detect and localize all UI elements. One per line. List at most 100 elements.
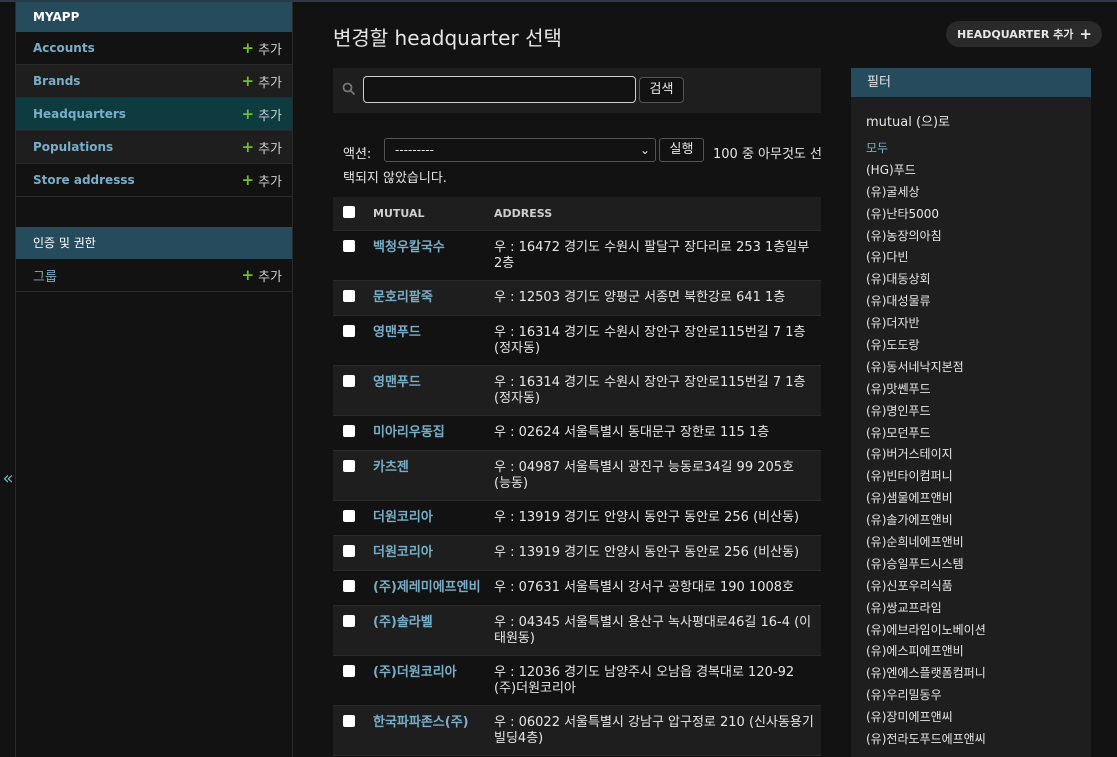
row-checkbox[interactable] xyxy=(343,289,355,302)
mutual-link[interactable]: (주)더원코리아 xyxy=(373,665,457,680)
row-checkbox-cell xyxy=(333,415,373,451)
add-label: 추가 xyxy=(258,269,282,285)
filter-item[interactable]: (유)순희네에프앤비 xyxy=(866,531,1091,553)
row-checkbox[interactable] xyxy=(343,459,355,472)
mutual-link[interactable]: 영맨푸드 xyxy=(373,325,421,340)
add-groups-link[interactable]: + 추가 xyxy=(242,266,283,285)
address-cell: 우 : 16314 경기도 수원시 장안구 장안로115번길 7 1층 (정자동… xyxy=(494,315,821,366)
row-checkbox[interactable] xyxy=(343,614,355,627)
add-populations-link[interactable]: + 추가 xyxy=(242,138,283,157)
plus-icon: + xyxy=(241,266,255,284)
sidebar-link-accounts[interactable]: Accounts xyxy=(33,41,95,55)
select-all-checkbox[interactable] xyxy=(343,205,355,218)
collapse-sidebar-icon[interactable]: « xyxy=(0,468,16,489)
add-headquarters-link[interactable]: + 추가 xyxy=(242,105,283,124)
row-checkbox[interactable] xyxy=(343,424,355,437)
filter-item[interactable]: (유)승일푸드시스템 xyxy=(866,553,1091,575)
table-header-row: MUTUAL ADDRESS xyxy=(333,197,821,231)
mutual-link[interactable]: 더원코리아 xyxy=(373,510,433,525)
filter-item[interactable]: (유)솔가에프앤비 xyxy=(866,509,1091,531)
row-checkbox-cell xyxy=(333,605,373,656)
chevron-down-icon: ⌄ xyxy=(639,143,650,157)
filter-item[interactable]: (유)대동상회 xyxy=(866,268,1091,290)
row-checkbox[interactable] xyxy=(343,544,355,557)
add-store-addresss-link[interactable]: + 추가 xyxy=(242,171,283,190)
add-headquarter-button[interactable]: HEADQUARTER 추가 + xyxy=(946,21,1102,47)
table-row: 카츠젠 우 : 04987 서울특별시 광진구 능동로34길 99 205호 (능… xyxy=(333,450,821,501)
add-accounts-link[interactable]: + 추가 xyxy=(242,39,283,58)
filter-item[interactable]: (유)샘물에프앤비 xyxy=(866,487,1091,509)
add-label: 추가 xyxy=(258,141,282,157)
sidebar-link-store-addresss[interactable]: Store addresss xyxy=(33,173,135,187)
filter-item[interactable]: (유)쌍교프라임 xyxy=(866,597,1091,619)
mutual-link[interactable]: 카츠젠 xyxy=(373,460,409,475)
search-input[interactable] xyxy=(363,76,636,103)
action-select[interactable]: --------- ⌄ xyxy=(384,138,656,162)
row-checkbox[interactable] xyxy=(343,324,355,337)
address-cell: 우 : 04345 서울특별시 용산구 녹사평대로46길 16-4 (이태원동) xyxy=(494,605,821,656)
column-header-address[interactable]: ADDRESS xyxy=(494,197,821,231)
app-caption[interactable]: MYAPP xyxy=(16,2,292,32)
filter-item[interactable]: (유)다빈 xyxy=(866,246,1091,268)
row-checkbox[interactable] xyxy=(343,374,355,387)
mutual-link[interactable]: 더원코리아 xyxy=(373,545,433,560)
sidebar-link-headquarters[interactable]: Headquarters xyxy=(33,107,126,121)
result-table: MUTUAL ADDRESS 백청우칼국수 우 : 16472 경기도 수원시 팔… xyxy=(333,197,821,756)
sidebar-link-brands[interactable]: Brands xyxy=(33,74,80,88)
row-checkbox-cell xyxy=(333,280,373,316)
filter-item[interactable]: (유)장미에프앤씨 xyxy=(866,706,1091,728)
mutual-link[interactable]: (주)제레미에프엔비 xyxy=(373,580,481,595)
mutual-link[interactable]: 백청우칼국수 xyxy=(373,240,445,255)
plus-icon: + xyxy=(241,138,255,156)
filter-item[interactable]: (유)명인푸드 xyxy=(866,400,1091,422)
filter-item[interactable]: (유)대성물류 xyxy=(866,290,1091,312)
sidebar-link-groups[interactable]: 그룹 xyxy=(33,266,57,285)
mutual-cell: 미아리우동집 xyxy=(373,415,494,451)
filter-item[interactable]: (유)버거스테이지 xyxy=(866,443,1091,465)
column-header-mutual[interactable]: MUTUAL xyxy=(373,197,494,231)
filter-item[interactable]: (유)도도랑 xyxy=(866,334,1091,356)
row-checkbox[interactable] xyxy=(343,509,355,522)
mutual-link[interactable]: 한국파파존스(주) xyxy=(373,715,469,730)
address-cell: 우 : 13919 경기도 안양시 동안구 동안로 256 (비산동) xyxy=(494,535,821,571)
row-checkbox[interactable] xyxy=(343,664,355,677)
filter-item[interactable]: (유)신포우리식품 xyxy=(866,575,1091,597)
filter-item[interactable]: (HG)푸드 xyxy=(866,159,1091,181)
add-brands-link[interactable]: + 추가 xyxy=(242,72,283,91)
row-checkbox-cell xyxy=(333,365,373,416)
sidebar-item-store-addresss: Store addresss + 추가 xyxy=(16,164,292,197)
search-button[interactable]: 검색 xyxy=(639,77,684,103)
add-label: 추가 xyxy=(258,174,282,190)
filter-list: 모두 (HG)푸드 (유)굴세상 (유)난타5000 (유)농장의아침 (유)다빈 (유)대… xyxy=(851,137,1091,750)
filter-item[interactable]: (유)동서네낙지본점 xyxy=(866,356,1091,378)
filter-item-all[interactable]: 모두 xyxy=(866,137,1091,159)
filter-item[interactable]: (유)에스피에프앤비 xyxy=(866,640,1091,662)
sidebar-link-populations[interactable]: Populations xyxy=(33,140,113,154)
row-checkbox[interactable] xyxy=(343,579,355,592)
filter-item[interactable]: (유)맛쎈푸드 xyxy=(866,378,1091,400)
filter-item[interactable]: (유)엔에스플랫폼컴퍼니 xyxy=(866,662,1091,684)
mutual-link[interactable]: 영맨푸드 xyxy=(373,375,421,390)
filter-item[interactable]: (유)빈타이컴퍼니 xyxy=(866,465,1091,487)
app-caption-label[interactable]: MYAPP xyxy=(33,10,79,24)
mutual-cell: 영맨푸드 xyxy=(373,315,494,366)
filter-item[interactable]: (유)농장의아침 xyxy=(866,225,1091,247)
sidebar-item-accounts: Accounts + 추가 xyxy=(16,32,292,65)
plus-icon: + xyxy=(241,72,255,90)
mutual-link[interactable]: 문호리팥죽 xyxy=(373,290,433,305)
filter-item[interactable]: (유)난타5000 xyxy=(866,203,1091,225)
sidebar-toggle-strip[interactable]: « xyxy=(0,2,16,757)
mutual-link[interactable]: (주)솔라벨 xyxy=(373,615,433,630)
row-checkbox[interactable] xyxy=(343,714,355,727)
filter-item[interactable]: (유)더자반 xyxy=(866,312,1091,334)
filter-item[interactable]: (유)전라도푸드에프앤씨 xyxy=(866,728,1091,750)
filter-item[interactable]: (유)모던푸드 xyxy=(866,422,1091,444)
auth-caption[interactable]: 인증 및 권한 xyxy=(16,227,292,259)
filter-item[interactable]: (유)우리밀동우 xyxy=(866,684,1091,706)
filter-item[interactable]: (유)굴세상 xyxy=(866,181,1091,203)
mutual-link[interactable]: 미아리우동집 xyxy=(373,425,445,440)
filter-item[interactable]: (유)에브라임이노베이션 xyxy=(866,619,1091,641)
row-checkbox-cell xyxy=(333,570,373,606)
row-checkbox[interactable] xyxy=(343,239,355,252)
run-action-button[interactable]: 실행 xyxy=(659,138,704,162)
